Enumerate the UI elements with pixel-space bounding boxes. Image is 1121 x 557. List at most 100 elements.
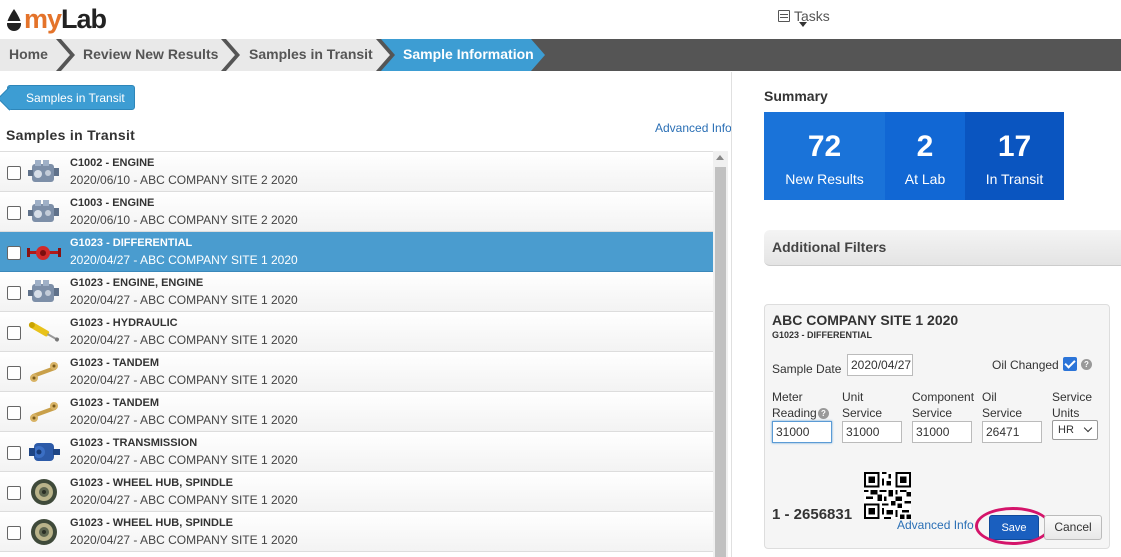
summary-at-lab-count: 2	[916, 130, 934, 163]
oil-changed-checkbox[interactable]	[1063, 357, 1077, 371]
meter-reading-input[interactable]	[772, 421, 832, 443]
breadcrumb-sample-information: Sample Information	[403, 46, 534, 62]
list-scrollbar-thumb[interactable]	[715, 167, 726, 557]
row-title: G1023 - HYDRAULIC	[70, 317, 178, 329]
unit-service-input[interactable]	[842, 421, 902, 443]
tandem-icon	[26, 356, 62, 388]
row-subtitle: 2020/04/27 - ABC COMPANY SITE 1 2020	[70, 333, 298, 347]
tasks-dropdown-caret-icon[interactable]	[799, 22, 807, 27]
list-item[interactable]: G1023 - TANDEM 2020/04/27 - ABC COMPANY S…	[0, 392, 713, 432]
row-checkbox[interactable]	[7, 286, 21, 300]
tandem-icon	[26, 396, 62, 428]
row-subtitle: 2020/04/27 - ABC COMPANY SITE 1 2020	[70, 493, 298, 507]
tasks-icon	[778, 10, 790, 22]
transmission-icon	[26, 436, 62, 468]
summary-in-transit[interactable]: 17 In Transit	[965, 112, 1064, 200]
meter-reading-label-line1: Meter	[772, 390, 803, 404]
row-checkbox[interactable]	[7, 166, 21, 180]
row-title: G1023 - WHEEL HUB, SPINDLE	[70, 477, 233, 489]
row-title: G1023 - TANDEM	[70, 397, 160, 409]
row-checkbox[interactable]	[7, 526, 21, 540]
row-checkbox[interactable]	[7, 486, 21, 500]
advanced-info-link[interactable]: Advanced Info	[655, 121, 732, 135]
top-header: my Lab Tasks	[0, 0, 1121, 40]
hydraulic-cylinder-icon	[26, 316, 62, 348]
list-item[interactable]: G1023 - WHEEL HUB, SPINDLE 2020/04/27 - A…	[0, 472, 713, 512]
engine-icon	[26, 276, 62, 308]
service-units-label-line1: Service	[1052, 390, 1093, 404]
summary-new-results[interactable]: 72 New Results	[764, 112, 885, 200]
summary-at-lab-label: At Lab	[904, 171, 946, 187]
row-checkbox[interactable]	[7, 246, 21, 260]
save-button[interactable]: Save	[989, 515, 1039, 540]
list-item[interactable]: G1023 - ENGINE, ENGINE 2020/04/27 - ABC C…	[0, 272, 713, 312]
scroll-up-arrow-icon[interactable]	[716, 155, 724, 160]
additional-filters-title: Additional Filters	[772, 239, 887, 255]
row-checkbox[interactable]	[7, 406, 21, 420]
row-checkbox[interactable]	[7, 366, 21, 380]
oil-changed-label: Oil Changed	[992, 358, 1059, 372]
sample-date-label: Sample Date	[772, 362, 842, 376]
list-item[interactable]: G1023 - WHEEL HUB, SPINDLE 2020/04/27 - A…	[0, 512, 713, 552]
list-item[interactable]: G1023 - DIFFERENTIAL 2020/04/27 - ABC COM…	[0, 232, 713, 272]
summary-in-transit-label: In Transit	[985, 171, 1044, 187]
component-name: G1023 - DIFFERENTIAL	[772, 330, 873, 340]
row-title: G1023 - WHEEL HUB, SPINDLE	[70, 517, 233, 529]
list-item[interactable]: C1002 - ENGINE 2020/06/10 - ABC COMPANY S…	[0, 152, 713, 192]
unit-service-label-line2: Service	[842, 406, 883, 420]
list-item[interactable]: G1023 - TRANSMISSION 2020/04/27 - ABC COM…	[0, 432, 713, 472]
mylab-logo[interactable]: my Lab	[4, 4, 107, 35]
row-subtitle: 2020/04/27 - ABC COMPANY SITE 1 2020	[70, 533, 298, 547]
row-subtitle: 2020/04/27 - ABC COMPANY SITE 1 2020	[70, 413, 298, 427]
samples-list: C1002 - ENGINE 2020/06/10 - ABC COMPANY S…	[0, 151, 713, 557]
advanced-info-link-detail[interactable]: Advanced Info	[897, 518, 974, 532]
list-item[interactable]: G1023 - HYDRAULIC 2020/04/27 - ABC COMPAN…	[0, 312, 713, 352]
list-item[interactable]: G1023 - TANDEM 2020/04/27 - ABC COMPANY S…	[0, 352, 713, 392]
row-title: G1023 - TANDEM	[70, 357, 160, 369]
summary-new-results-count: 72	[807, 130, 842, 163]
row-checkbox[interactable]	[7, 446, 21, 460]
component-service-label-line2: Service	[912, 406, 953, 420]
breadcrumb-samples-in-transit[interactable]: Samples in Transit	[249, 39, 373, 71]
component-service-label-line1: Component	[912, 390, 975, 404]
row-title: G1023 - DIFFERENTIAL	[70, 237, 193, 249]
component-service-input[interactable]	[912, 421, 972, 443]
row-subtitle: 2020/06/10 - ABC COMPANY SITE 2 2020	[70, 173, 298, 187]
breadcrumb-review-new-results[interactable]: Review New Results	[83, 39, 218, 71]
summary-in-transit-count: 17	[997, 130, 1032, 163]
qr-code-icon	[864, 472, 911, 519]
sample-number: 1 - 2656831	[772, 506, 853, 523]
row-checkbox[interactable]	[7, 326, 21, 340]
row-subtitle: 2020/04/27 - ABC COMPANY SITE 1 2020	[70, 373, 298, 387]
back-to-samples-in-transit-button[interactable]: Samples in Transit	[7, 85, 135, 110]
unit-service-label-line1: Unit	[842, 390, 864, 404]
row-subtitle: 2020/04/27 - ABC COMPANY SITE 1 2020	[70, 293, 298, 307]
oil-service-input[interactable]	[982, 421, 1042, 443]
row-checkbox[interactable]	[7, 206, 21, 220]
sample-date-input[interactable]	[847, 354, 913, 376]
summary-title: Summary	[764, 88, 828, 104]
panel-divider	[731, 72, 732, 557]
summary-at-lab[interactable]: 2 At Lab	[885, 112, 965, 200]
additional-filters-panel[interactable]: Additional Filters	[764, 230, 1121, 266]
oil-changed-help-icon[interactable]: ?	[1081, 359, 1092, 370]
meter-reading-label-line2: Reading	[772, 406, 817, 420]
list-title: Samples in Transit	[6, 127, 136, 143]
service-units-select[interactable]: HR	[1052, 420, 1098, 440]
site-name: ABC COMPANY SITE 1 2020	[772, 312, 959, 328]
oil-drop-icon	[6, 8, 22, 31]
row-title: C1002 - ENGINE	[70, 157, 155, 169]
engine-icon	[26, 196, 62, 228]
logo-text-my: my	[24, 4, 62, 34]
breadcrumb: Home Review New Results Samples in Trans…	[0, 39, 1121, 71]
meter-reading-help-icon[interactable]: ?	[818, 408, 829, 419]
row-subtitle: 2020/04/27 - ABC COMPANY SITE 1 2020	[70, 453, 298, 467]
cancel-button[interactable]: Cancel	[1044, 515, 1102, 540]
breadcrumb-home[interactable]: Home	[9, 39, 48, 71]
row-subtitle: 2020/04/27 - ABC COMPANY SITE 1 2020	[70, 253, 298, 267]
wheel-hub-icon	[26, 516, 62, 548]
row-title: G1023 - TRANSMISSION	[70, 437, 198, 449]
list-item[interactable]: C1003 - ENGINE 2020/06/10 - ABC COMPANY S…	[0, 192, 713, 232]
engine-icon	[26, 156, 62, 188]
oil-service-label-line1: Oil	[982, 390, 997, 404]
